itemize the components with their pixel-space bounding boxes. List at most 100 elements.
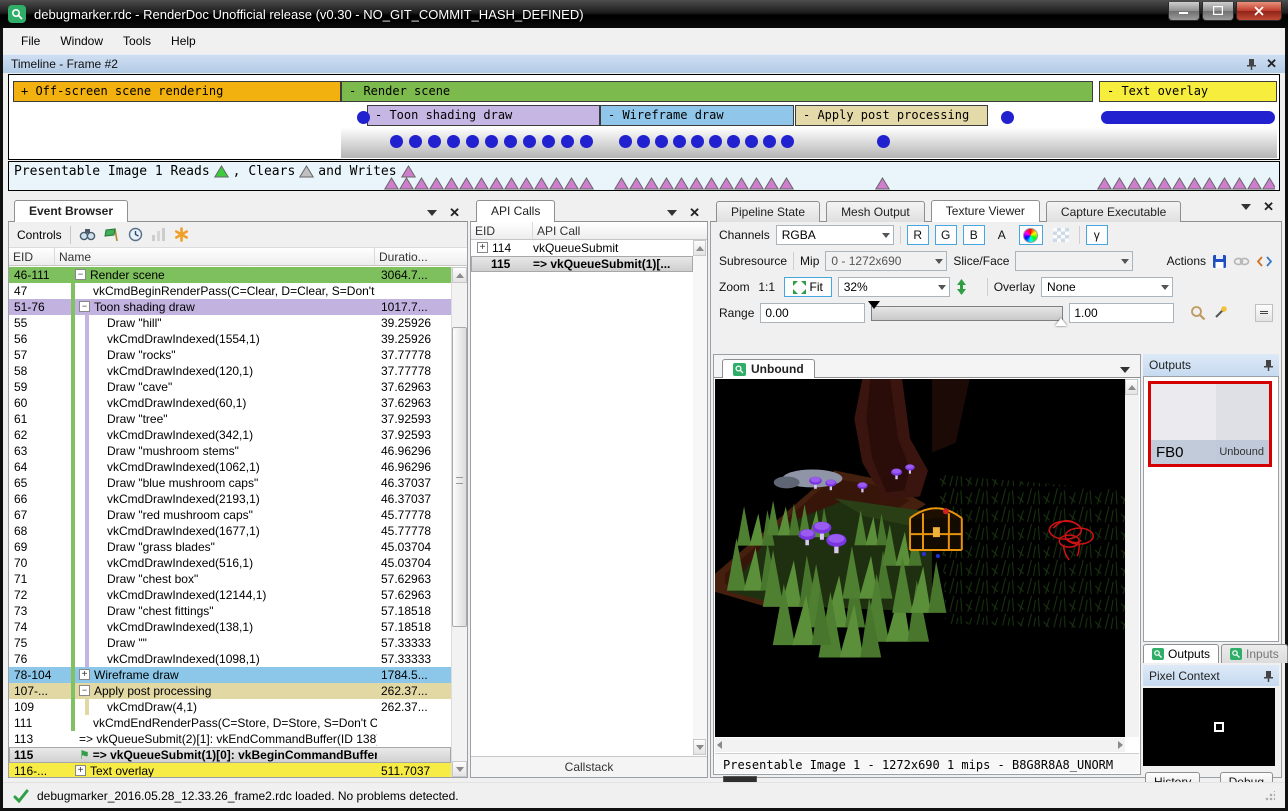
- event-row[interactable]: 61 Draw "tree" 37.92593: [9, 411, 451, 427]
- scrollbar-thumb[interactable]: [452, 327, 467, 627]
- resize-grip[interactable]: [1265, 791, 1275, 801]
- timeline-marker-bar[interactable]: - Apply post processing: [795, 105, 988, 126]
- draw-event-dot[interactable]: [781, 135, 794, 148]
- zoom-fit-button[interactable]: Fit: [784, 277, 832, 297]
- range-min-input[interactable]: 0.00: [760, 303, 865, 323]
- texture-horizontal-scrollbar[interactable]: [715, 738, 1125, 752]
- draw-event-dot[interactable]: [1001, 111, 1014, 124]
- flip-vertical-icon[interactable]: [956, 279, 967, 295]
- timeline-marker-bar[interactable]: - Wireframe draw: [600, 105, 794, 126]
- color-wheel-button[interactable]: [1019, 225, 1043, 245]
- zoom-1to1-button[interactable]: 1:1: [756, 277, 778, 297]
- texture-image[interactable]: [715, 379, 1127, 737]
- draw-event-dot[interactable]: [673, 135, 686, 148]
- event-row[interactable]: 55 Draw "hill" 39.25926: [9, 315, 451, 331]
- pixel-context-preview[interactable]: [1143, 688, 1275, 766]
- column-duration[interactable]: Duratio...: [375, 248, 451, 265]
- event-row[interactable]: 73 Draw "chest fittings" 57.18518: [9, 603, 451, 619]
- event-row[interactable]: 75 Draw "" 57.33333: [9, 635, 451, 651]
- event-row[interactable]: 65 Draw "blue mushroom caps" 46.37037: [9, 475, 451, 491]
- range-slider[interactable]: [871, 306, 1063, 321]
- draw-event-dot[interactable]: [580, 135, 593, 148]
- column-name[interactable]: Name: [55, 248, 375, 265]
- draw-event-dot[interactable]: [485, 135, 498, 148]
- red-channel-button[interactable]: R: [907, 225, 929, 245]
- scroll-left-icon[interactable]: [717, 741, 722, 749]
- open-shader-code-icon[interactable]: [1256, 255, 1273, 268]
- range-white-point-handle[interactable]: [1055, 318, 1067, 326]
- zoom-range-icon[interactable]: [1190, 305, 1206, 321]
- draw-event-dot[interactable]: [763, 135, 776, 148]
- toolbar-overflow-button[interactable]: [1255, 304, 1273, 322]
- event-row[interactable]: 71 Draw "chest box" 57.62963: [9, 571, 451, 587]
- draw-event-dot[interactable]: [745, 135, 758, 148]
- tab-api-calls[interactable]: API Calls: [476, 200, 555, 222]
- autofit-wand-icon[interactable]: [1212, 305, 1228, 321]
- scroll-down-icon[interactable]: [693, 739, 706, 755]
- right-panel-tab[interactable]: Texture Viewer: [931, 200, 1040, 222]
- bookmark-icon[interactable]: [174, 227, 189, 242]
- event-row[interactable]: 60 vkCmdDrawIndexed(60,1) 37.62963: [9, 395, 451, 411]
- event-row[interactable]: 78-104 Wireframe draw 1784.5...: [9, 667, 451, 683]
- draw-event-dot[interactable]: [637, 135, 650, 148]
- right-panel-tab[interactable]: Pipeline State: [716, 201, 820, 222]
- scroll-up-icon[interactable]: [693, 240, 706, 256]
- alpha-channel-button[interactable]: A: [991, 225, 1013, 245]
- scroll-up-icon[interactable]: [452, 267, 467, 283]
- tab-outputs[interactable]: Outputs: [1143, 644, 1219, 663]
- timeline-marker-bar[interactable]: - Render scene: [341, 81, 1093, 102]
- mip-select[interactable]: 0 - 1272x690: [825, 251, 947, 271]
- draw-event-dot[interactable]: [709, 135, 722, 148]
- event-row[interactable]: 72 vkCmdDrawIndexed(12144,1) 57.62963: [9, 587, 451, 603]
- right-panel-tab[interactable]: Mesh Output: [826, 201, 925, 222]
- expander-icon[interactable]: [477, 242, 488, 253]
- event-row[interactable]: 115 => vkQueueSubmit(1)[0]: vkBeginComma…: [9, 747, 451, 763]
- event-row[interactable]: 67 Draw "red mushroom caps" 45.77778: [9, 507, 451, 523]
- expander-icon[interactable]: [75, 269, 86, 280]
- texture-viewer-close-icon[interactable]: ✕: [1263, 202, 1274, 212]
- find-event-icon[interactable]: [79, 227, 96, 242]
- event-row[interactable]: 116-... Text overlay 511.7037: [9, 763, 451, 777]
- close-button[interactable]: [1236, 2, 1282, 21]
- slice-face-select[interactable]: [1015, 251, 1133, 271]
- event-row[interactable]: 109 vkCmdDraw(4,1) 262.37...: [9, 699, 451, 715]
- draw-event-dot[interactable]: [619, 135, 632, 148]
- time-durations-icon[interactable]: [128, 227, 143, 242]
- chevron-down-icon[interactable]: [1241, 204, 1251, 210]
- draw-event-dot[interactable]: [727, 135, 740, 148]
- draw-event-dot[interactable]: [542, 135, 555, 148]
- draw-event-dot[interactable]: [466, 135, 479, 148]
- event-row[interactable]: 70 vkCmdDrawIndexed(516,1) 45.03704: [9, 555, 451, 571]
- column-eid[interactable]: EID: [471, 222, 533, 239]
- api-calls-scrollbar[interactable]: [693, 240, 707, 755]
- timeline-close-icon[interactable]: ✕: [1266, 59, 1277, 69]
- minimize-button[interactable]: [1168, 2, 1200, 21]
- save-texture-icon[interactable]: [1212, 254, 1227, 269]
- column-eid[interactable]: EID: [9, 248, 55, 265]
- tab-event-browser[interactable]: Event Browser: [14, 200, 128, 222]
- zoom-level-select[interactable]: 32%: [838, 277, 950, 297]
- draw-event-dot[interactable]: [447, 135, 460, 148]
- event-row[interactable]: 68 vkCmdDrawIndexed(1677,1) 45.77778: [9, 523, 451, 539]
- pin-icon[interactable]: [1263, 670, 1273, 682]
- gamma-button[interactable]: γ: [1086, 225, 1108, 245]
- draw-event-dot[interactable]: [504, 135, 517, 148]
- event-row[interactable]: 74 vkCmdDrawIndexed(138,1) 57.18518: [9, 619, 451, 635]
- chevron-down-icon[interactable]: [427, 210, 437, 216]
- event-row[interactable]: 64 vkCmdDrawIndexed(1062,1) 46.96296: [9, 459, 451, 475]
- event-row[interactable]: 58 vkCmdDrawIndexed(120,1) 37.77778: [9, 363, 451, 379]
- fb0-thumbnail[interactable]: FB0 Unbound: [1148, 381, 1272, 467]
- timeline-marker-bar[interactable]: + Off-screen scene rendering: [13, 81, 341, 102]
- expander-icon[interactable]: [79, 669, 90, 680]
- event-row[interactable]: 56 vkCmdDrawIndexed(1554,1) 39.25926: [9, 331, 451, 347]
- texture-list-dropdown-icon[interactable]: [1120, 367, 1130, 373]
- callstack-section-header[interactable]: Callstack: [471, 756, 707, 777]
- texture-vertical-scrollbar[interactable]: [1125, 379, 1139, 737]
- event-row[interactable]: 51-76 Toon shading draw 1017.7...: [9, 299, 451, 315]
- event-row[interactable]: 107-... Apply post processing 262.37...: [9, 683, 451, 699]
- event-browser-scrollbar[interactable]: [451, 267, 467, 777]
- draw-event-dot[interactable]: [877, 135, 890, 148]
- usage-triangle-cluster[interactable]: [875, 177, 890, 190]
- menu-item[interactable]: File: [11, 30, 50, 52]
- event-row[interactable]: 57 Draw "rocks" 37.77778: [9, 347, 451, 363]
